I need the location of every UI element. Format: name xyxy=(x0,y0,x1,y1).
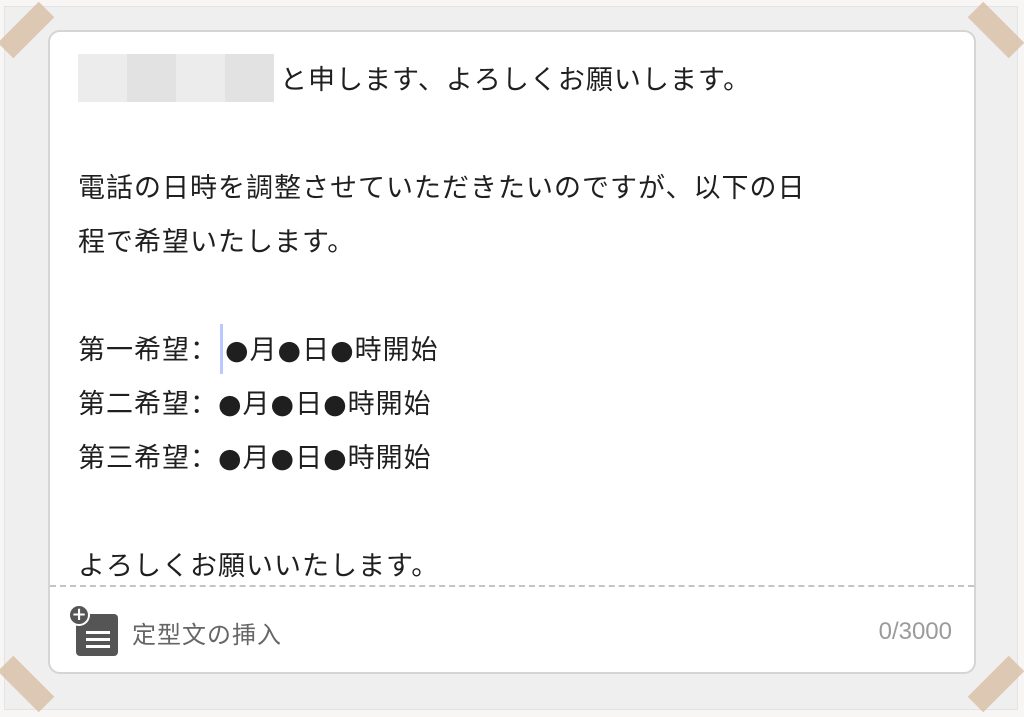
request-line-2: 程で希望いたします。 xyxy=(78,227,356,258)
dashed-divider xyxy=(50,585,974,587)
request-line-1: 電話の日時を調整させていただきたいのですが、以下の日 xyxy=(78,173,806,204)
insert-template-button[interactable]: + 定型文の挿入 xyxy=(68,604,282,656)
message-editor[interactable]: と申します、よろしくお願いします。 電話の日時を調整させていただきたいのですが、… xyxy=(48,30,976,674)
insert-template-label: 定型文の挿入 xyxy=(132,620,282,649)
document-plus-icon: + xyxy=(68,604,118,656)
tape-bottom-left xyxy=(0,655,55,713)
tape-bottom-right xyxy=(967,655,1024,713)
first-preference-value: ●月●日●時開始 xyxy=(225,335,439,366)
third-preference-line: 第三希望：●月●日●時開始 xyxy=(78,443,432,474)
first-preference-label: 第一希望： xyxy=(78,335,218,366)
second-preference-line: 第二希望：●月●日●時開始 xyxy=(78,389,432,420)
tape-top-left xyxy=(0,1,55,59)
first-preference-line: 第一希望： ●月●日●時開始 xyxy=(78,323,958,378)
message-textarea[interactable]: と申します、よろしくお願いします。 電話の日時を調整させていただきたいのですが、… xyxy=(78,53,958,594)
redacted-name xyxy=(78,53,274,102)
greeting-text: と申します、よろしくお願いします。 xyxy=(280,65,752,96)
character-counter: 0/3000 xyxy=(878,618,952,645)
text-cursor xyxy=(220,323,223,374)
plus-icon: + xyxy=(68,604,90,626)
tape-top-right xyxy=(967,1,1024,59)
greeting-line: と申します、よろしくお願いします。 xyxy=(78,53,958,108)
